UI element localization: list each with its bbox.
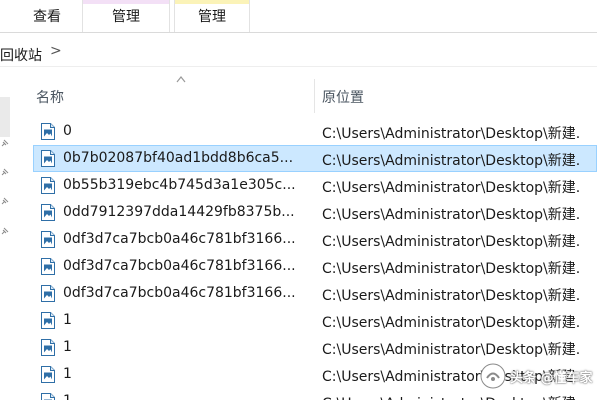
file-original-location: C:\Users\Administrator\Desktop\新建. bbox=[322, 207, 581, 223]
file-name: 1 bbox=[63, 366, 72, 382]
file-row[interactable]: 0b7b02087bf40ad1bdd8b6ca5... C:\Users\Ad… bbox=[33, 145, 597, 172]
image-file-icon bbox=[41, 258, 55, 275]
file-row[interactable]: 1 C:\Users\Administrator\Desktop\新建. bbox=[33, 307, 597, 334]
watermark-logo-icon bbox=[480, 363, 506, 389]
breadcrumb-recycle-bin[interactable]: 回收站 bbox=[0, 45, 42, 65]
file-original-location: C:\Users\Administrator\Desktop\新建. bbox=[322, 393, 597, 400]
file-name: 0df3d7ca7bcb0a46c781bf3166... bbox=[63, 285, 296, 301]
image-file-icon bbox=[41, 312, 55, 329]
file-row[interactable]: 1 C:\Users\Administrator\Desktop\新建. bbox=[33, 334, 597, 361]
column-divider[interactable] bbox=[314, 79, 315, 113]
image-file-icon bbox=[41, 177, 55, 194]
file-name: 1 bbox=[63, 339, 72, 355]
column-header: 名称 原位置 bbox=[12, 67, 597, 113]
image-file-icon bbox=[41, 231, 55, 248]
file-row[interactable]: 0df3d7ca7bcb0a46c781bf3166... C:\Users\A… bbox=[33, 253, 597, 280]
column-header-original-location[interactable]: 原位置 bbox=[322, 87, 364, 107]
file-name: 0dd7912397dda14429fb8375b... bbox=[63, 204, 295, 220]
column-header-name[interactable]: 名称 bbox=[36, 87, 64, 107]
image-file-icon bbox=[41, 204, 55, 221]
file-name: 0 bbox=[63, 123, 72, 139]
address-bar[interactable]: 回收站 > bbox=[0, 40, 597, 67]
sort-ascending-icon bbox=[176, 76, 186, 83]
pin-icon bbox=[1, 139, 9, 147]
image-file-icon bbox=[41, 123, 55, 140]
tab-view[interactable]: 查看 bbox=[18, 0, 76, 32]
nav-selected-item[interactable] bbox=[0, 97, 10, 137]
pin-icon bbox=[1, 227, 9, 235]
tab-manage-recycle-bin-tools[interactable]: 管理 bbox=[174, 0, 250, 32]
file-original-location: C:\Users\Administrator\Desktop\新建. bbox=[322, 342, 581, 358]
navigation-pane[interactable] bbox=[0, 67, 12, 400]
tab-manage-picture-tools[interactable]: 管理 bbox=[82, 0, 170, 32]
file-row[interactable]: 0dd7912397dda14429fb8375b... C:\Users\Ad… bbox=[33, 199, 597, 226]
image-file-icon bbox=[41, 285, 55, 302]
file-name: 0df3d7ca7bcb0a46c781bf3166... bbox=[63, 231, 296, 247]
explorer-window: 查看 管理 管理 回收站 > 名称 原位置 0 C:\Users\Adminis… bbox=[0, 0, 597, 400]
file-row[interactable]: 0df3d7ca7bcb0a46c781bf3166... C:\Users\A… bbox=[33, 280, 597, 307]
file-original-location: C:\Users\Administrator\Desktop\新建. bbox=[322, 315, 581, 331]
ribbon-tab-bar: 查看 管理 管理 bbox=[0, 0, 597, 33]
file-list: 0 C:\Users\Administrator\Desktop\新建. 0b7… bbox=[33, 118, 597, 400]
file-name: 1 bbox=[63, 393, 303, 400]
file-name: 0df3d7ca7bcb0a46c781bf3166... bbox=[63, 258, 296, 274]
image-file-icon bbox=[41, 339, 55, 356]
pin-icon bbox=[1, 197, 9, 205]
breadcrumb-chevron-icon[interactable]: > bbox=[50, 43, 62, 59]
file-original-location: C:\Users\Administrator\Desktop\新建. bbox=[322, 234, 581, 250]
file-name: 0b55b319ebc4b745d3a1e305c... bbox=[63, 177, 296, 193]
pin-icon bbox=[1, 168, 9, 176]
file-original-location: C:\Users\Administrator\Desktop\新建. bbox=[322, 288, 581, 304]
image-file-icon bbox=[41, 393, 55, 400]
file-name: 0b7b02087bf40ad1bdd8b6ca5... bbox=[63, 150, 294, 166]
file-row[interactable]: 0df3d7ca7bcb0a46c781bf3166... C:\Users\A… bbox=[33, 226, 597, 253]
file-original-location: C:\Users\Administrator\Desktop\新建. bbox=[322, 180, 581, 196]
image-file-icon bbox=[41, 150, 55, 167]
image-file-icon bbox=[41, 366, 55, 383]
file-row[interactable]: 0b55b319ebc4b745d3a1e305c... C:\Users\Ad… bbox=[33, 172, 597, 199]
file-row[interactable]: 0 C:\Users\Administrator\Desktop\新建. bbox=[33, 118, 597, 145]
watermark-text: 头条 @懂车家 bbox=[510, 370, 593, 386]
watermark: 头条 @懂车家 bbox=[480, 362, 597, 390]
file-original-location: C:\Users\Administrator\Desktop\新建. bbox=[322, 261, 581, 277]
file-original-location: C:\Users\Administrator\Desktop\新建. bbox=[322, 153, 581, 169]
file-name: 1 bbox=[63, 312, 72, 328]
file-original-location: C:\Users\Administrator\Desktop\新建. bbox=[322, 126, 581, 142]
